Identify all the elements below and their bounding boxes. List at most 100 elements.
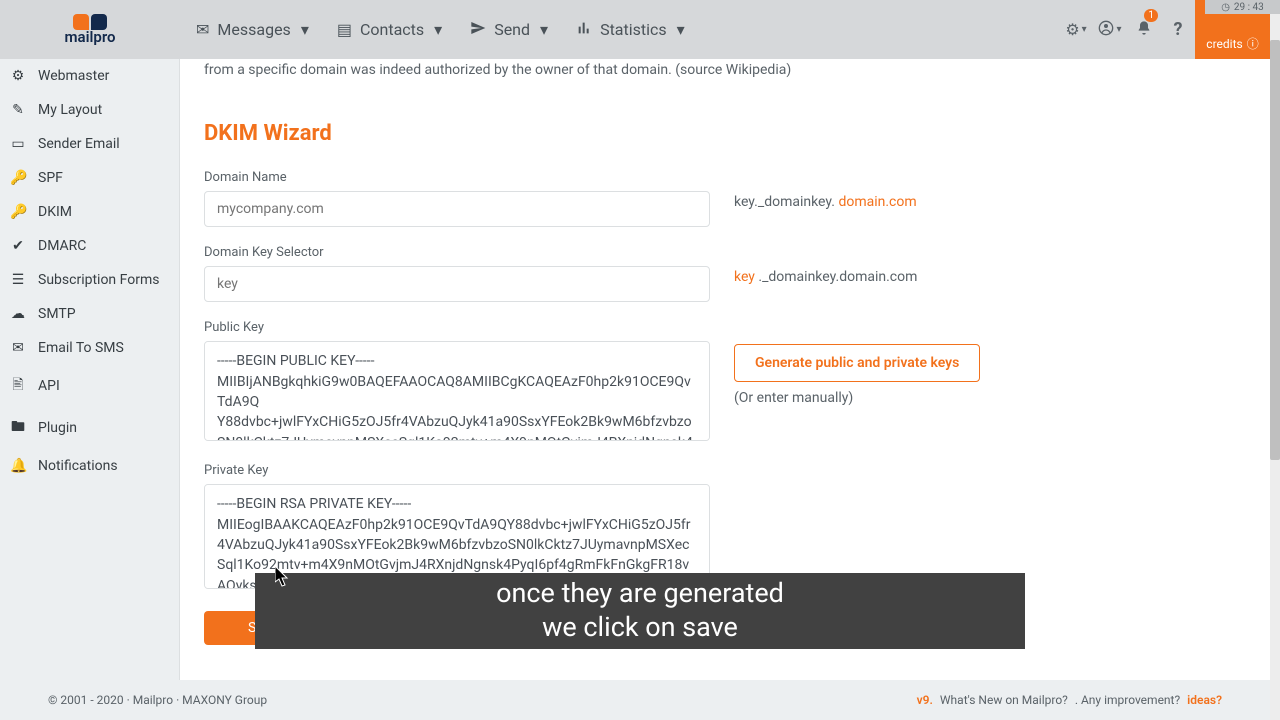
caret-down-icon: ▾ [1116, 24, 1121, 35]
check-circle-icon: ✔ [10, 238, 26, 254]
paper-plane-icon [470, 20, 486, 40]
sidebar-item-label: Subscription Forms [38, 272, 159, 288]
cogs-icon: ⚙ [10, 68, 26, 84]
sidebar-item-label: My Layout [38, 102, 102, 118]
wizard-title: DKIM Wizard [204, 121, 1246, 146]
notifications-button[interactable]: 1 [1127, 0, 1161, 59]
nav-messages-label: Messages [217, 20, 290, 39]
list-icon: ☰ [10, 272, 26, 288]
domain-hint: key._domainkey. domain.com [734, 194, 1246, 210]
caret-down-icon: ▾ [1082, 24, 1087, 35]
notification-badge: 1 [1144, 9, 1158, 22]
nav-contacts-label: Contacts [360, 20, 424, 39]
domain-hint-prefix: key._domainkey. [734, 194, 838, 210]
caret-down-icon: ▾ [540, 20, 548, 39]
nav-send-label: Send [494, 20, 530, 39]
nav-statistics[interactable]: Statistics ▾ [566, 12, 695, 48]
user-circle-icon [1098, 20, 1114, 40]
info-icon: ⓘ [1247, 37, 1259, 53]
footer-version: v9. [917, 693, 933, 707]
intro-text: from a specific domain was indeed author… [204, 59, 1246, 81]
selector-input[interactable] [204, 266, 710, 302]
domain-name-label: Domain Name [204, 170, 710, 185]
caret-down-icon: ▾ [677, 20, 685, 39]
file-icon: 🖹 [10, 374, 26, 398]
session-timer-value: 29 : 43 [1234, 2, 1264, 13]
footer-ideas-link[interactable]: ideas? [1187, 693, 1222, 707]
page-scrollbar-track[interactable] [1270, 0, 1280, 720]
chart-bar-icon [576, 20, 592, 40]
logo[interactable]: mailpro [0, 14, 180, 46]
logo-text: mailpro [65, 28, 116, 46]
sidebar-item-plugin[interactable]: 🖿 Plugin [0, 407, 179, 449]
sidebar-item-label: SMTP [38, 306, 76, 322]
domain-hint-accent: domain.com [838, 194, 916, 210]
key-icon: 🔑 [10, 204, 26, 220]
sidebar-item-my-layout[interactable]: ✎ My Layout [0, 93, 179, 127]
top-bar: mailpro ✉ Messages ▾ ▤ Contacts ▾ Send ▾… [0, 0, 1270, 59]
sidebar-item-smtp[interactable]: ☁ SMTP [0, 297, 179, 331]
help-button[interactable]: ? [1161, 0, 1195, 59]
sidebar-item-webmaster[interactable]: ⚙ Webmaster [0, 59, 179, 93]
page-scrollbar-thumb[interactable] [1270, 40, 1280, 460]
sidebar-item-label: Plugin [38, 420, 77, 436]
sidebar-item-label: DKIM [38, 204, 72, 220]
selector-label: Domain Key Selector [204, 245, 710, 260]
nav-messages[interactable]: ✉ Messages ▾ [186, 12, 319, 47]
caret-down-icon: ▾ [301, 20, 309, 39]
nav-statistics-label: Statistics [600, 20, 667, 39]
sidebar-item-label: Webmaster [38, 68, 109, 84]
envelope-icon: ✉ [196, 20, 209, 39]
sidebar-item-label: Sender Email [38, 136, 120, 152]
generate-hint: (Or enter manually) [734, 390, 1246, 406]
domain-name-input[interactable] [204, 191, 710, 227]
public-key-textarea[interactable] [204, 341, 710, 441]
clock-icon: ◷ [1221, 2, 1230, 13]
folder-icon: 🖿 [10, 416, 26, 440]
footer-links: v9. What's New on Mailpro? . Any improve… [913, 693, 1222, 707]
caret-down-icon: ▾ [434, 20, 442, 39]
sidebar-item-dkim[interactable]: 🔑 DKIM [0, 195, 179, 229]
sidebar: ⚙ Webmaster ✎ My Layout ▭ Sender Email 🔑 SPF… [0, 59, 180, 680]
footer-whats-new[interactable]: What's New on Mailpro? [937, 693, 1071, 707]
credits-label: credits [1206, 37, 1242, 53]
id-card-icon: ▤ [337, 20, 352, 39]
sidebar-item-notifications[interactable]: 🔔 Notifications [0, 449, 179, 483]
sidebar-item-label: DMARC [38, 238, 86, 254]
footer: © 2001 - 2020 · Mailpro · MAXONY Group v… [0, 680, 1270, 720]
sidebar-item-label: Notifications [38, 458, 118, 474]
sidebar-item-dmarc[interactable]: ✔ DMARC [0, 229, 179, 263]
sidebar-item-spf[interactable]: 🔑 SPF [0, 161, 179, 195]
settings-button[interactable]: ⚙▾ [1059, 0, 1093, 59]
account-button[interactable]: ▾ [1093, 0, 1127, 59]
sidebar-item-label: API [38, 378, 60, 394]
sidebar-item-api[interactable]: 🖹 API [0, 365, 179, 407]
chat-icon: ✉ [10, 340, 26, 356]
footer-copyright: © 2001 - 2020 · Mailpro · MAXONY Group [48, 693, 267, 707]
nav-contacts[interactable]: ▤ Contacts ▾ [327, 12, 452, 47]
selector-hint-suffix: ._domainkey.domain.com [755, 269, 917, 285]
generate-keys-button[interactable]: Generate public and private keys [734, 344, 980, 382]
sidebar-item-subscription-forms[interactable]: ☰ Subscription Forms [0, 263, 179, 297]
sidebar-item-email-to-sms[interactable]: ✉ Email To SMS [0, 331, 179, 365]
public-key-label: Public Key [204, 320, 710, 335]
bell-icon: 🔔 [10, 458, 26, 474]
caption-line-1: once they are generated [496, 577, 784, 611]
key-icon: 🔑 [10, 170, 26, 186]
caption-line-2: we click on save [542, 611, 738, 645]
session-timer: ◷ 29 : 43 [1205, 0, 1280, 14]
pencil-icon: ✎ [10, 102, 26, 118]
question-icon: ? [1174, 19, 1183, 40]
nav-send[interactable]: Send ▾ [460, 12, 558, 48]
private-key-label: Private Key [204, 463, 710, 478]
selector-hint: key ._domainkey.domain.com [734, 269, 1246, 285]
selector-hint-accent: key [734, 269, 755, 285]
bell-icon [1136, 20, 1152, 40]
sidebar-item-label: SPF [38, 170, 63, 186]
sidebar-item-label: Email To SMS [38, 340, 124, 356]
card-icon: ▭ [10, 136, 26, 152]
cloud-icon: ☁ [10, 306, 26, 322]
main-nav: ✉ Messages ▾ ▤ Contacts ▾ Send ▾ Statist… [186, 12, 695, 48]
sidebar-item-sender-email[interactable]: ▭ Sender Email [0, 127, 179, 161]
footer-improve: . Any improvement? [1075, 693, 1183, 707]
